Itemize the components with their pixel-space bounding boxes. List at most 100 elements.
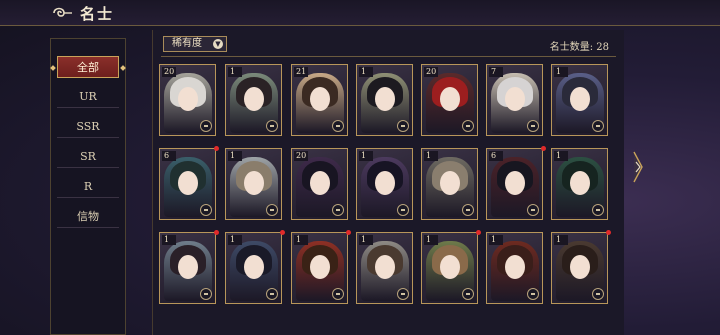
sidebar-item-label: 全部 (77, 61, 99, 74)
character-card[interactable]: 1 (356, 148, 413, 220)
seal-icon (200, 120, 212, 132)
sidebar-item-ssr[interactable]: SSR (57, 116, 119, 138)
seal-icon (397, 204, 409, 216)
notification-dot-icon (606, 230, 611, 235)
portrait-face (244, 171, 264, 195)
character-card[interactable]: 1 (421, 232, 478, 304)
level-badge: 1 (359, 67, 373, 77)
sidebar-item-tokens[interactable]: 信物 (57, 206, 119, 228)
seal-icon (397, 120, 409, 132)
portrait-face (440, 255, 460, 279)
sidebar-item-label: SR (80, 150, 96, 163)
active-marker-right-icon (120, 65, 126, 71)
character-card[interactable]: 1 (225, 64, 282, 136)
expand-arrow-icon[interactable] (632, 150, 644, 184)
sidebar-item-r[interactable]: R (57, 176, 119, 198)
notification-dot-icon (346, 230, 351, 235)
seal-icon (266, 288, 278, 300)
top-bar: 名士 (0, 0, 720, 26)
character-card[interactable]: 20 (291, 148, 348, 220)
sidebar-item-label: R (83, 180, 93, 193)
portrait-face (375, 255, 395, 279)
character-card[interactable]: 1 (225, 232, 282, 304)
portrait-face (505, 171, 525, 195)
portrait-face (440, 171, 460, 195)
character-card[interactable]: 1 (225, 148, 282, 220)
character-card[interactable]: 1 (356, 64, 413, 136)
seal-icon (592, 204, 604, 216)
sidebar-item-all[interactable]: 全部 (50, 56, 126, 78)
level-badge: 6 (489, 151, 503, 161)
character-card[interactable]: 1 (486, 232, 543, 304)
seal-icon (462, 120, 474, 132)
level-badge: 20 (294, 151, 309, 161)
level-badge: 6 (162, 151, 176, 161)
portrait-face (375, 87, 395, 111)
sidebar-item-ur[interactable]: UR (57, 86, 119, 108)
seal-icon (266, 120, 278, 132)
portrait-face (178, 87, 198, 111)
notification-dot-icon (541, 146, 546, 151)
seal-icon (266, 204, 278, 216)
character-card[interactable]: 21 (291, 64, 348, 136)
portrait-face (310, 255, 330, 279)
character-card[interactable]: 20 (159, 64, 216, 136)
seal-icon (527, 120, 539, 132)
portrait-face (375, 171, 395, 195)
character-card[interactable]: 1 (291, 232, 348, 304)
header-divider (161, 56, 616, 57)
character-card[interactable]: 1 (421, 148, 478, 220)
level-badge: 1 (554, 235, 568, 245)
character-card[interactable]: 6 (486, 148, 543, 220)
filter-label: 稀有度 (172, 38, 202, 49)
level-badge: 1 (228, 67, 242, 77)
seal-icon (397, 288, 409, 300)
seal-icon (332, 288, 344, 300)
level-badge: 1 (228, 235, 242, 245)
seal-icon (592, 120, 604, 132)
seal-icon (200, 204, 212, 216)
sidebar-item-label: SSR (76, 120, 100, 133)
level-badge: 1 (359, 235, 373, 245)
level-badge: 1 (359, 151, 373, 161)
portrait-face (178, 255, 198, 279)
character-card[interactable]: 1 (356, 232, 413, 304)
level-badge: 1 (554, 151, 568, 161)
notification-dot-icon (476, 230, 481, 235)
seal-icon (592, 288, 604, 300)
portrait-face (244, 255, 264, 279)
sidebar-item-label: 信物 (77, 210, 99, 223)
character-card[interactable]: 1 (551, 64, 608, 136)
level-badge: 1 (294, 235, 308, 245)
chevron-down-icon: ▼ (213, 39, 223, 49)
seal-icon (332, 120, 344, 132)
character-card[interactable]: 6 (159, 148, 216, 220)
seal-icon (527, 288, 539, 300)
seal-icon (200, 288, 212, 300)
portrait-face (505, 255, 525, 279)
character-card[interactable]: 1 (551, 148, 608, 220)
level-badge: 1 (424, 235, 438, 245)
seal-icon (332, 204, 344, 216)
level-badge: 1 (554, 67, 568, 77)
seal-icon (527, 204, 539, 216)
active-marker-left-icon (50, 65, 56, 71)
rarity-sidebar: 全部 UR SSR SR R 信物 (50, 38, 126, 335)
level-badge: 20 (162, 67, 177, 77)
character-card[interactable]: 1 (159, 232, 216, 304)
portrait-face (570, 87, 590, 111)
character-card[interactable]: 20 (421, 64, 478, 136)
portrait-face (570, 255, 590, 279)
character-card[interactable]: 7 (486, 64, 543, 136)
rarity-filter-button[interactable]: 稀有度 ▼ (163, 36, 227, 52)
character-card[interactable]: 1 (551, 232, 608, 304)
level-badge: 1 (489, 235, 503, 245)
portrait-face (505, 87, 525, 111)
notification-dot-icon (214, 146, 219, 151)
title-group: 名士 (50, 2, 114, 24)
sidebar-item-label: UR (79, 90, 97, 103)
level-badge: 20 (424, 67, 439, 77)
level-badge: 1 (424, 151, 438, 161)
notification-dot-icon (280, 230, 285, 235)
sidebar-item-sr[interactable]: SR (57, 146, 119, 168)
